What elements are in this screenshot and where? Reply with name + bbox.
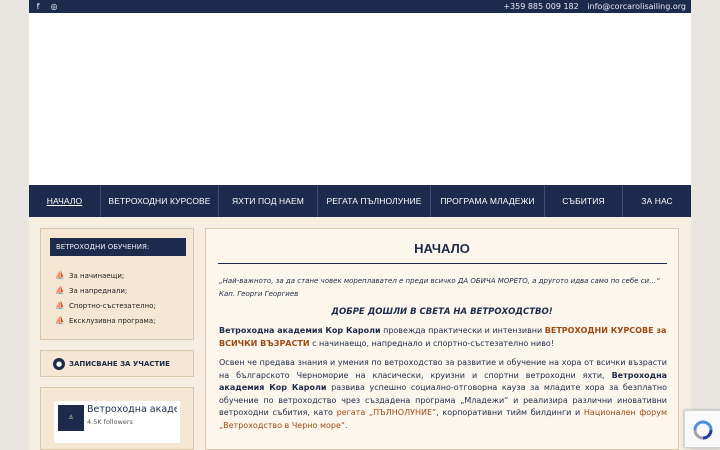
signup-widget: ● ЗАПИСВАНЕ ЗА УЧАСТИЕ	[40, 350, 194, 377]
nav-item-yacht-rental[interactable]: ЯХТИ ПОД НАЕМ	[219, 185, 318, 217]
trainings-heading: ВЕТРОХОДНИ ОБУЧЕНИЯ:	[50, 238, 186, 256]
nav-label: ПРОГРАМА МЛАДЕЖИ	[440, 196, 535, 206]
email-link[interactable]: info@corcarolisailing.org	[587, 2, 686, 11]
contact-info: +359 885 009 182 info@corcarolisailing.o…	[503, 1, 686, 12]
nav-label: ВЕТРОХОДНИ КУРСОВЕ	[108, 196, 211, 206]
nav-item-courses[interactable]: ВЕТРОХОДНИ КУРСОВЕ	[101, 185, 219, 217]
about-text: Освен че предава знания и умения по ветр…	[219, 358, 667, 380]
about-text: .	[345, 420, 348, 430]
user-icon: ●	[53, 358, 65, 370]
instagram-icon[interactable]: ◎	[49, 1, 59, 12]
regatta-link[interactable]: регата „ПЪЛНОЛУНИЕ“	[337, 408, 437, 417]
welcome-heading: ДОБРЕ ДОШЛИ В СВЕТА НА ВЕТРОХОДСТВО!	[331, 307, 553, 317]
captain-quote: „Най-важното, за да стане човек мореплав…	[219, 277, 660, 298]
nav-item-home[interactable]: НАЧАЛО	[29, 185, 101, 217]
trainings-widget: ВЕТРОХОДНИ ОБУЧЕНИЯ: ⛵ За начинаещи; ⛵ За …	[40, 228, 194, 340]
training-item-exclusive[interactable]: ⛵ Ексклузивна програма;	[55, 313, 156, 328]
nav-item-about[interactable]: ЗА НАС	[623, 185, 691, 217]
main-content: НАЧАЛО „Най-важното, за да стане човек м…	[205, 228, 679, 450]
training-item-advanced[interactable]: ⛵ За напреднали;	[55, 283, 156, 298]
training-item-label: За начинаещи;	[69, 271, 125, 280]
nav-label: РЕГАТА ПЪЛНОЛУНИЕ	[326, 196, 422, 206]
sailboat-icon: ⛵	[55, 271, 65, 280]
phone-link[interactable]: +359 885 009 182	[503, 2, 578, 11]
sailboat-icon: ⛵	[55, 286, 65, 295]
signup-label: ЗАПИСВАНЕ ЗА УЧАСТИЕ	[69, 360, 170, 368]
about-paragraph: Освен че предава знания и умения по ветр…	[219, 357, 667, 432]
facebook-followers: 4.5K followers	[87, 418, 133, 426]
title-divider	[218, 263, 667, 264]
facebook-page-name[interactable]: Ветроходна академия Кор Кароли	[87, 404, 177, 415]
sailboat-icon: ⛵	[55, 316, 65, 325]
social-links: f ◎	[33, 1, 59, 12]
nav-item-events[interactable]: СЪБИТИЯ	[545, 185, 623, 217]
header-banner	[29, 13, 691, 185]
facebook-icon[interactable]: f	[33, 1, 43, 12]
intro-text: провежда практически и интензивни	[380, 326, 545, 335]
intro-paragraph: Ветроходна академия Кор Кароли провежда …	[219, 325, 667, 350]
recaptcha-badge[interactable]	[684, 410, 720, 448]
training-item-sport[interactable]: ⛵ Спортно-състезателно;	[55, 298, 156, 313]
page-title: НАЧАЛО	[414, 241, 470, 256]
training-item-label: За напреднали;	[69, 286, 128, 295]
training-item-label: Ексклузивна програма;	[69, 316, 156, 325]
nav-label: СЪБИТИЯ	[562, 196, 605, 206]
recaptcha-icon	[693, 420, 713, 440]
training-item-label: Спортно-състезателно;	[69, 301, 156, 310]
nav-item-regatta[interactable]: РЕГАТА ПЪЛНОЛУНИЕ	[318, 185, 431, 217]
nav-item-youth-program[interactable]: ПРОГРАМА МЛАДЕЖИ	[431, 185, 545, 217]
sailboat-icon: ⛵	[55, 301, 65, 310]
main-nav: НАЧАЛО ВЕТРОХОДНИ КУРСОВЕ ЯХТИ ПОД НАЕМ …	[29, 185, 691, 217]
training-item-beginners[interactable]: ⛵ За начинаещи;	[55, 268, 156, 283]
academy-name: Ветроходна академия Кор Кароли	[219, 326, 381, 335]
facebook-page-card[interactable]: ⚓ Ветроходна академия Кор Кароли 4.5K fo…	[54, 401, 180, 443]
academy-logo: ⚓	[58, 405, 84, 431]
signup-link[interactable]: ● ЗАПИСВАНЕ ЗА УЧАСТИЕ	[53, 358, 170, 370]
nav-label: НАЧАЛО	[46, 196, 83, 206]
about-text: , корпоративни тийм билдинги и	[436, 408, 584, 417]
facebook-widget: ⚓ Ветроходна академия Кор Кароли 4.5K fo…	[40, 387, 194, 450]
trainings-list: ⛵ За начинаещи; ⛵ За напреднали; ⛵ Спортно-…	[55, 268, 156, 328]
intro-text: с начинаещо, напреднало и спортно-състез…	[309, 338, 555, 348]
top-bar: f ◎ +359 885 009 182 info@corcarolisaili…	[29, 0, 691, 13]
nav-label: ЯХТИ ПОД НАЕМ	[232, 196, 304, 206]
nav-label: ЗА НАС	[641, 196, 673, 206]
